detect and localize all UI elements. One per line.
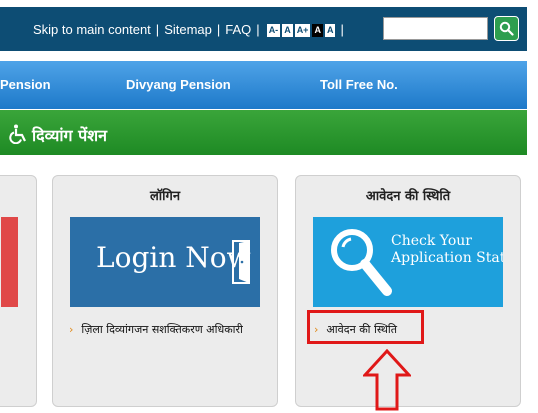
card-title: आवेदन की स्थिति bbox=[365, 189, 451, 204]
card-partial bbox=[0, 175, 37, 407]
font-decrease-button[interactable]: A- bbox=[266, 24, 281, 37]
nav-item-pension[interactable]: Pension bbox=[0, 77, 51, 92]
login-banner[interactable]: Login Now bbox=[70, 217, 260, 307]
separator: | bbox=[155, 22, 160, 37]
status-banner-line1: Check Your bbox=[391, 233, 472, 249]
separator: | bbox=[256, 22, 260, 37]
login-link[interactable]: › ज़िला दिव्यांगजन सशक्तिकरण अधिकारी bbox=[69, 322, 243, 337]
sitemap-link[interactable]: Sitemap bbox=[164, 22, 212, 37]
status-banner-text: Check Your Application Status bbox=[391, 233, 503, 267]
login-link-label: ज़िला दिव्यांगजन सशक्तिकरण अधिकारी bbox=[81, 323, 243, 336]
magnifier-icon bbox=[331, 229, 392, 296]
highlight-box bbox=[307, 310, 424, 344]
login-banner-text: Login Now bbox=[96, 241, 251, 274]
search-icon bbox=[499, 21, 514, 36]
font-increase-button[interactable]: A+ bbox=[294, 24, 311, 37]
nav-item-toll-free[interactable]: Toll Free No. bbox=[320, 77, 398, 92]
status-banner-line2: Application Status bbox=[391, 250, 503, 266]
contrast-dark-button[interactable]: A bbox=[312, 24, 323, 37]
status-banner[interactable]: Check Your Application Status bbox=[313, 217, 503, 307]
page-title: दिव्यांग पेंशन bbox=[32, 126, 107, 145]
faq-link[interactable]: FAQ bbox=[225, 22, 251, 37]
wheelchair-icon bbox=[9, 124, 26, 144]
chevron-right-icon: › bbox=[69, 323, 74, 336]
nav-bar: Pension Divyang Pension Toll Free No. bbox=[0, 61, 527, 109]
card-title: लॉगिन bbox=[149, 189, 181, 204]
contrast-light-button[interactable]: A bbox=[324, 24, 336, 37]
nav-item-divyang-pension[interactable]: Divyang Pension bbox=[126, 77, 231, 92]
font-normal-button[interactable]: A bbox=[282, 24, 293, 37]
skip-link[interactable]: Skip to main content bbox=[33, 22, 151, 37]
arrow-up-icon bbox=[363, 349, 411, 411]
separator: | bbox=[216, 22, 221, 37]
separator: | bbox=[340, 22, 344, 37]
top-links: Skip to main content | Sitemap | FAQ | A- A A+ A A… bbox=[33, 22, 349, 37]
door-icon bbox=[232, 240, 250, 284]
card-login: लॉगिन Login Now › ज़िला दिव्यांगजन सशक्ति… bbox=[52, 175, 278, 407]
search-input[interactable] bbox=[383, 17, 488, 40]
search-button[interactable] bbox=[494, 16, 519, 41]
card-image bbox=[1, 217, 18, 307]
